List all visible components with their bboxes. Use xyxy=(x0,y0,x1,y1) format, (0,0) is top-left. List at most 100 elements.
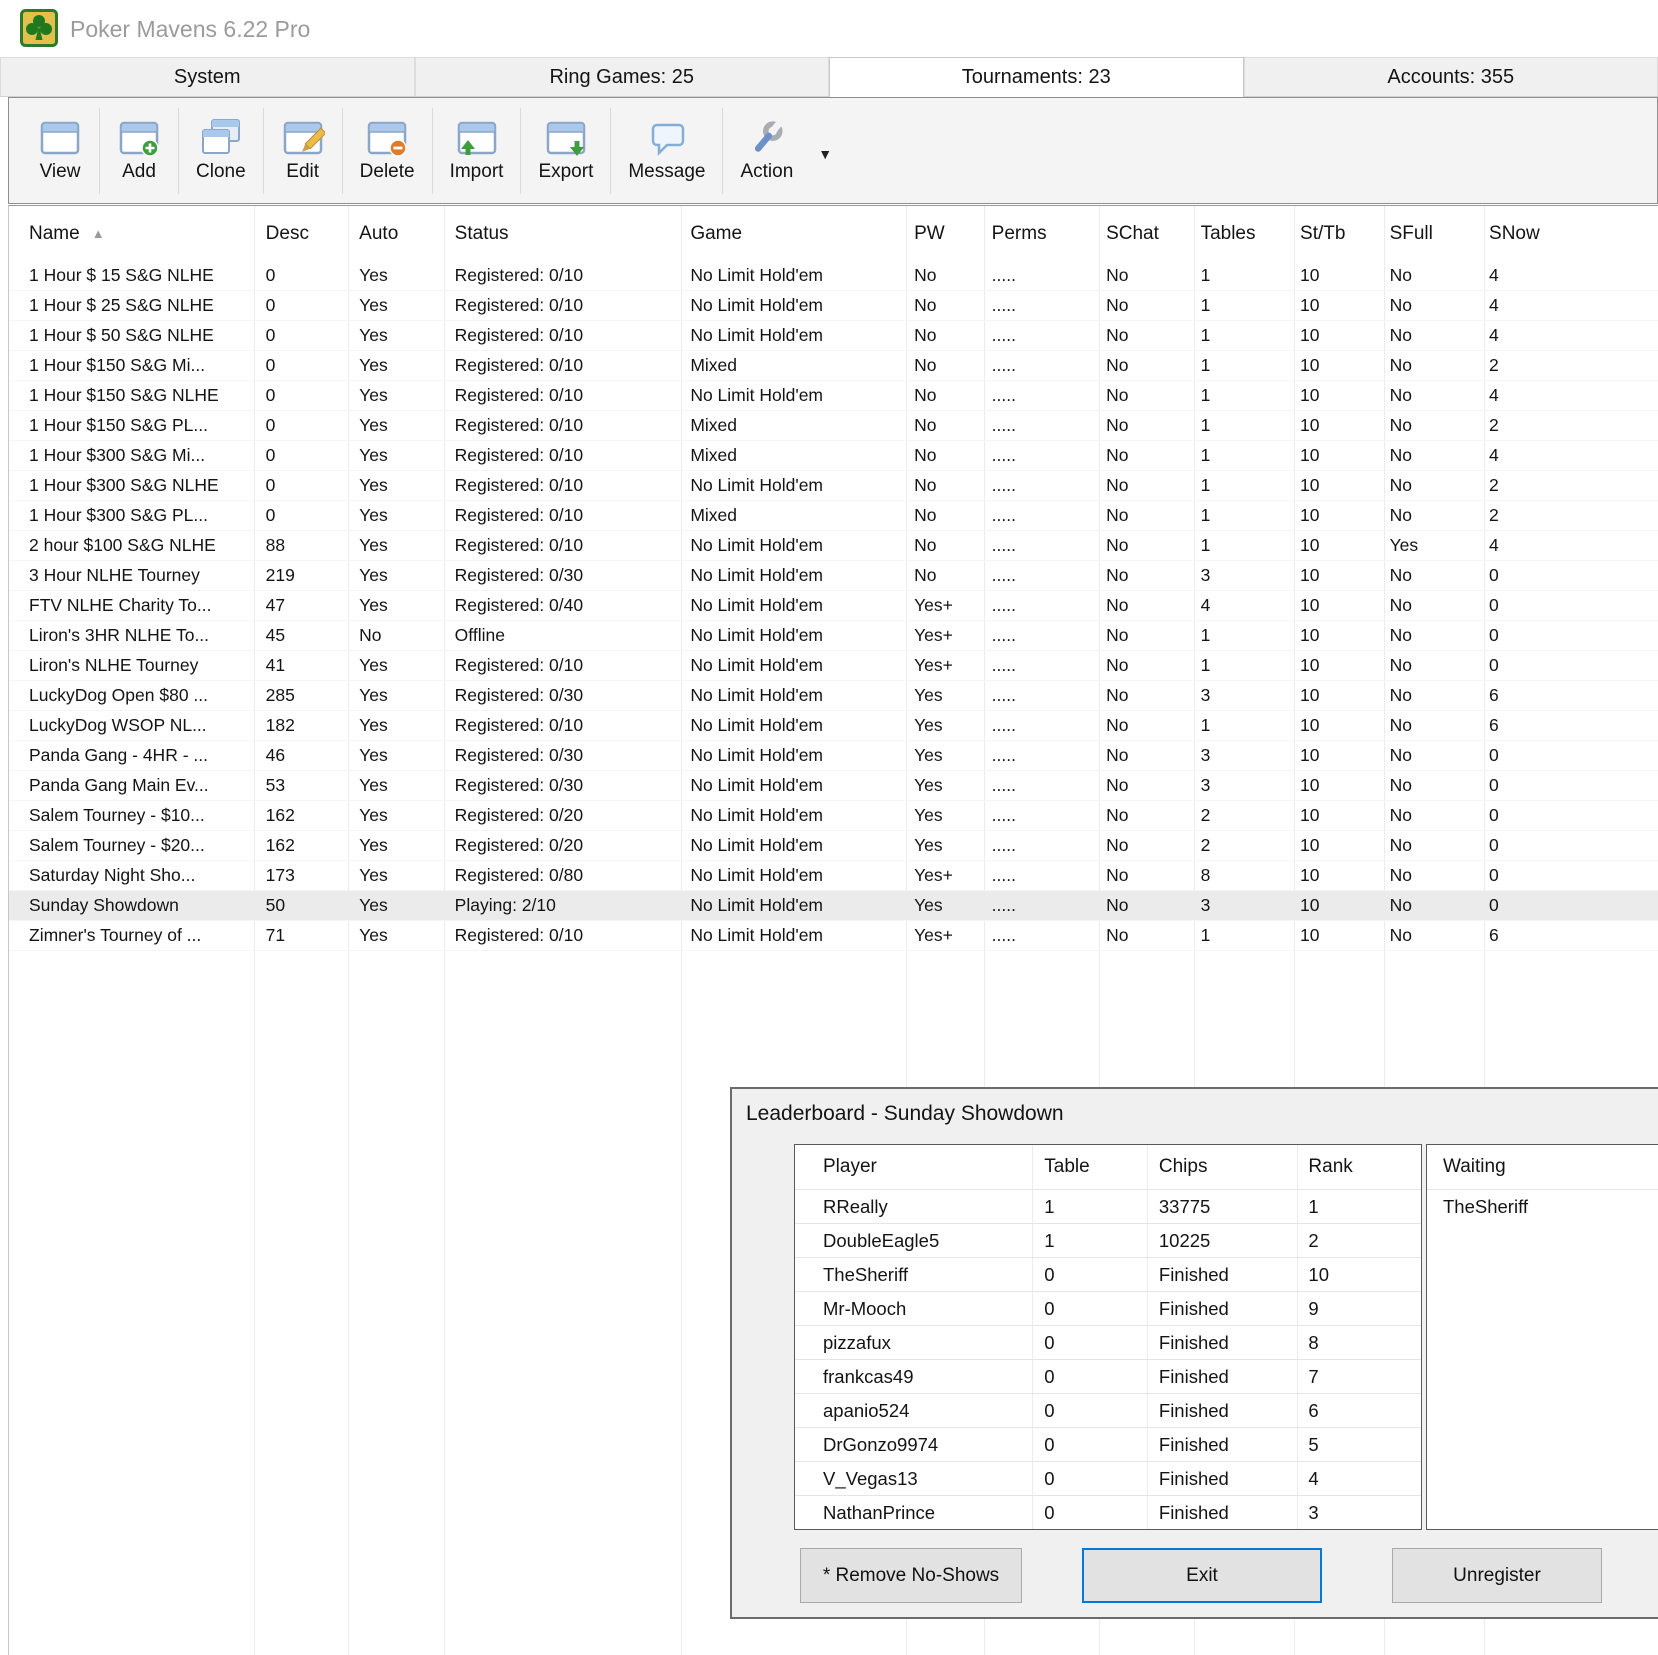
toolbar-separator xyxy=(432,108,433,194)
column-header-st-tb[interactable]: St/Tb xyxy=(1288,206,1378,261)
tournament-row[interactable]: 1 Hour $ 15 S&G NLHE0YesRegistered: 0/10… xyxy=(9,261,1658,291)
cell-desc: 162 xyxy=(254,831,348,860)
action-button[interactable]: Action xyxy=(725,104,808,198)
message-bubble-icon xyxy=(645,118,689,158)
tournament-row[interactable]: FTV NLHE Charity To...47YesRegistered: 0… xyxy=(9,591,1658,621)
tournament-row[interactable]: 1 Hour $300 S&G NLHE0YesRegistered: 0/10… xyxy=(9,471,1658,501)
column-header-tables[interactable]: Tables xyxy=(1189,206,1288,261)
tournament-row[interactable]: 1 Hour $ 25 S&G NLHE0YesRegistered: 0/10… xyxy=(9,291,1658,321)
cell-tables: 1 xyxy=(1189,621,1288,650)
cell-perms: ..... xyxy=(980,501,1094,530)
cell-name: Saturday Night Sho... xyxy=(9,861,254,890)
tab-system[interactable]: System xyxy=(0,57,415,96)
exit-button[interactable]: Exit xyxy=(1082,1548,1322,1603)
column-header-schat[interactable]: SChat xyxy=(1094,206,1189,261)
column-header-name[interactable]: Name▲ xyxy=(9,206,254,261)
column-header-game[interactable]: Game xyxy=(678,206,902,261)
add-button[interactable]: Add xyxy=(102,104,176,198)
leaderboard-row[interactable]: Mr-Mooch0Finished9 xyxy=(795,1291,1421,1325)
edit-button[interactable]: Edit xyxy=(266,104,340,198)
view-button[interactable]: View xyxy=(23,104,97,198)
leaderboard-row[interactable]: NathanPrince0Finished3 xyxy=(795,1495,1421,1529)
tournament-row[interactable]: 1 Hour $150 S&G PL...0YesRegistered: 0/1… xyxy=(9,411,1658,441)
leaderboard-row[interactable]: DrGonzo99740Finished5 xyxy=(795,1427,1421,1461)
cell-auto: Yes xyxy=(347,381,443,410)
leaderboard-cell-player: TheSheriff xyxy=(795,1264,1032,1286)
tournament-row[interactable]: Salem Tourney - $10...162YesRegistered: … xyxy=(9,801,1658,831)
column-header-status[interactable]: Status xyxy=(443,206,679,261)
tournament-row[interactable]: Zimner's Tourney of ...71YesRegistered: … xyxy=(9,921,1658,951)
tournament-row[interactable]: 1 Hour $300 S&G Mi...0YesRegistered: 0/1… xyxy=(9,441,1658,471)
leaderboard-row[interactable]: DoubleEagle51102252 xyxy=(795,1223,1421,1257)
cell-auto: Yes xyxy=(347,891,443,920)
add-window-icon xyxy=(117,118,161,158)
tournament-row[interactable]: 2 hour $100 S&G NLHE88YesRegistered: 0/1… xyxy=(9,531,1658,561)
leaderboard-row[interactable]: apanio5240Finished6 xyxy=(795,1393,1421,1427)
tournament-row[interactable]: Panda Gang Main Ev...53YesRegistered: 0/… xyxy=(9,771,1658,801)
tournament-row[interactable]: Liron's 3HR NLHE To...45NoOfflineNo Limi… xyxy=(9,621,1658,651)
remove-no-shows-button[interactable]: * Remove No-Shows xyxy=(800,1548,1022,1603)
clone-button[interactable]: Clone xyxy=(181,104,261,198)
cell-tables: 3 xyxy=(1189,561,1288,590)
tournament-row[interactable]: Panda Gang - 4HR - ...46YesRegistered: 0… xyxy=(9,741,1658,771)
tab-ring-games-25[interactable]: Ring Games: 25 xyxy=(415,57,830,96)
toolbar-separator xyxy=(99,108,100,194)
cell-game: No Limit Hold'em xyxy=(678,921,902,950)
cell-auto: Yes xyxy=(347,921,443,950)
tournament-row[interactable]: Salem Tourney - $20...162YesRegistered: … xyxy=(9,831,1658,861)
action-dropdown-caret[interactable]: ▼ xyxy=(818,140,832,162)
leaderboard-row[interactable]: RReally1337751 xyxy=(795,1189,1421,1223)
column-header-sfull[interactable]: SFull xyxy=(1378,206,1477,261)
tournament-row[interactable]: 3 Hour NLHE Tourney219YesRegistered: 0/3… xyxy=(9,561,1658,591)
cell-sfull: No xyxy=(1378,771,1477,800)
leaderboard-row[interactable]: frankcas490Finished7 xyxy=(795,1359,1421,1393)
cell-desc: 0 xyxy=(254,441,348,470)
tournament-row[interactable]: LuckyDog WSOP NL...182YesRegistered: 0/1… xyxy=(9,711,1658,741)
tournament-row[interactable]: 1 Hour $ 50 S&G NLHE0YesRegistered: 0/10… xyxy=(9,321,1658,351)
cell-schat: No xyxy=(1094,471,1189,500)
tab-tournaments-23[interactable]: Tournaments: 23 xyxy=(829,57,1244,97)
cell-pw: Yes xyxy=(902,831,980,860)
cell-status: Registered: 0/10 xyxy=(443,921,679,950)
cell-game: No Limit Hold'em xyxy=(678,651,902,680)
leaderboard-cell-table: 0 xyxy=(1032,1502,1147,1524)
leaderboard-row[interactable]: V_Vegas130Finished4 xyxy=(795,1461,1421,1495)
unregister-button[interactable]: Unregister xyxy=(1392,1548,1602,1603)
delete-button[interactable]: Delete xyxy=(345,104,430,198)
cell-desc: 0 xyxy=(254,471,348,500)
cell-sfull: No xyxy=(1378,351,1477,380)
cell-perms: ..... xyxy=(980,351,1094,380)
cell-sfull: No xyxy=(1378,861,1477,890)
tournament-row[interactable]: LuckyDog Open $80 ...285YesRegistered: 0… xyxy=(9,681,1658,711)
column-header-auto[interactable]: Auto xyxy=(347,206,443,261)
tournament-row[interactable]: Saturday Night Sho...173YesRegistered: 0… xyxy=(9,861,1658,891)
export-button[interactable]: Export xyxy=(523,104,608,198)
tournament-row[interactable]: Liron's NLHE Tourney41YesRegistered: 0/1… xyxy=(9,651,1658,681)
cell-perms: ..... xyxy=(980,891,1094,920)
leaderboard-row[interactable]: TheSheriff0Finished10 xyxy=(795,1257,1421,1291)
cell-schat: No xyxy=(1094,501,1189,530)
leaderboard-dialog-title: Leaderboard - Sunday Showdown xyxy=(746,1102,1064,1126)
tab-accounts-355[interactable]: Accounts: 355 xyxy=(1244,57,1658,96)
cell-pw: Yes xyxy=(902,711,980,740)
column-header-perms[interactable]: Perms xyxy=(980,206,1094,261)
column-header-desc[interactable]: Desc xyxy=(254,206,348,261)
column-header-pw[interactable]: PW xyxy=(902,206,980,261)
cell-auto: Yes xyxy=(347,501,443,530)
leaderboard-row[interactable]: pizzafux0Finished8 xyxy=(795,1325,1421,1359)
waiting-player[interactable]: TheSheriff xyxy=(1427,1189,1658,1223)
tournament-row[interactable]: 1 Hour $150 S&G NLHE0YesRegistered: 0/10… xyxy=(9,381,1658,411)
cell-name: FTV NLHE Charity To... xyxy=(9,591,254,620)
tournament-row[interactable]: 1 Hour $150 S&G Mi...0YesRegistered: 0/1… xyxy=(9,351,1658,381)
cell-schat: No xyxy=(1094,771,1189,800)
tournament-row[interactable]: Sunday Showdown50YesPlaying: 2/10No Limi… xyxy=(9,891,1658,921)
cell-auto: Yes xyxy=(347,801,443,830)
cell-pw: No xyxy=(902,381,980,410)
cell-st-tb: 10 xyxy=(1288,891,1378,920)
tournament-row[interactable]: 1 Hour $300 S&G PL...0YesRegistered: 0/1… xyxy=(9,501,1658,531)
import-button[interactable]: Import xyxy=(435,104,519,198)
cell-status: Registered: 0/10 xyxy=(443,531,679,560)
cell-status: Registered: 0/10 xyxy=(443,471,679,500)
message-button[interactable]: Message xyxy=(613,104,720,198)
column-header-snow[interactable]: SNow xyxy=(1477,206,1658,261)
